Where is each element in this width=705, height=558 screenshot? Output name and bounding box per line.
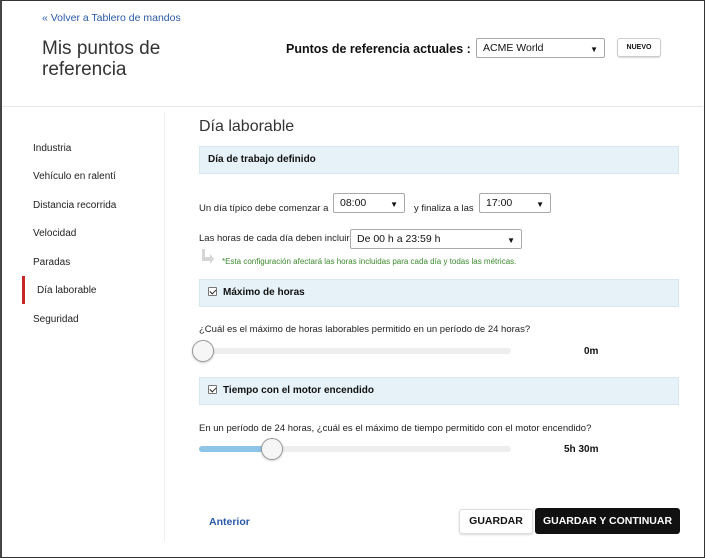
max-hours-checkbox[interactable] [208,286,217,296]
chevron-down-icon: ▼ [590,45,598,54]
end-time-select[interactable]: 17:00 ▼ [479,193,551,213]
chevron-down-icon: ▼ [390,200,398,209]
benchmark-select-value: ACME World [483,42,544,54]
engine-time-question: En un período de 24 horas, ¿cuál es el m… [199,423,592,434]
max-hours-label: Máximo de horas [223,287,305,298]
page-title: Mis puntos de referencia [42,38,161,80]
sidebar-item-seguridad[interactable]: Seguridad [33,314,79,325]
chevron-down-icon: ▼ [536,200,544,209]
engine-time-checkbox[interactable] [208,384,217,394]
save-button[interactable]: GUARDAR [459,509,533,534]
sidebar-item-velocidad[interactable]: Velocidad [33,228,76,239]
max-hours-slider[interactable] [199,348,511,354]
end-time-value: 17:00 [486,197,513,209]
workday-band-label: Día de trabajo definido [208,154,316,165]
workday-band: Día de trabajo definido [199,146,679,174]
sidebar-item-distancia[interactable]: Distancia recorrida [33,200,116,211]
benchmark-select[interactable]: ACME World ▼ [476,38,605,58]
new-benchmark-button[interactable]: NUEVO [617,38,661,57]
sidebar-divider [164,112,165,542]
sidebar-active-indicator [22,276,25,304]
save-and-continue-button[interactable]: GUARDAR Y CONTINUAR [535,508,680,534]
chevron-down-icon: ▼ [507,236,515,245]
hours-label: Las horas de cada día deben incluir [199,233,350,244]
start-label: Un día típico debe comenzar a [199,203,329,214]
hours-range-value: De 00 h a 23:59 h [357,233,441,245]
max-hours-question: ¿Cuál es el máximo de horas laborables p… [199,324,531,335]
section-title: Día laborable [199,118,295,135]
hours-range-select[interactable]: De 00 h a 23:59 h ▼ [350,229,522,249]
end-label: y finaliza a las [414,203,474,214]
sidebar-item-industria[interactable]: Industria [33,143,71,154]
max-hours-band: Máximo de horas [199,279,679,307]
back-to-dashboard-link[interactable]: « Volver a Tablero de mandos [42,12,181,24]
max-hours-slider-thumb[interactable] [192,340,214,362]
engine-time-band: Tiempo con el motor encendido [199,377,679,405]
engine-time-slider-thumb[interactable] [260,438,283,460]
engine-time-slider[interactable] [199,446,511,452]
previous-link[interactable]: Anterior [209,516,250,528]
sidebar-item-vehiculo-ralenti[interactable]: Vehículo en ralentí [33,171,116,182]
return-arrow-icon [202,249,214,264]
header-divider [2,106,703,107]
engine-time-label: Tiempo con el motor encendido [223,385,374,396]
current-benchmark-label: Puntos de referencia actuales : [286,42,471,56]
engine-time-value: 5h 30m [564,444,599,455]
sidebar-item-paradas[interactable]: Paradas [33,257,70,268]
sidebar-item-dia-laborable[interactable]: Día laborable [37,285,96,296]
max-hours-value: 0m [584,346,599,357]
settings-note: *Esta configuración afectará las horas i… [222,257,517,266]
start-time-value: 08:00 [340,197,367,209]
start-time-select[interactable]: 08:00 ▼ [333,193,405,213]
